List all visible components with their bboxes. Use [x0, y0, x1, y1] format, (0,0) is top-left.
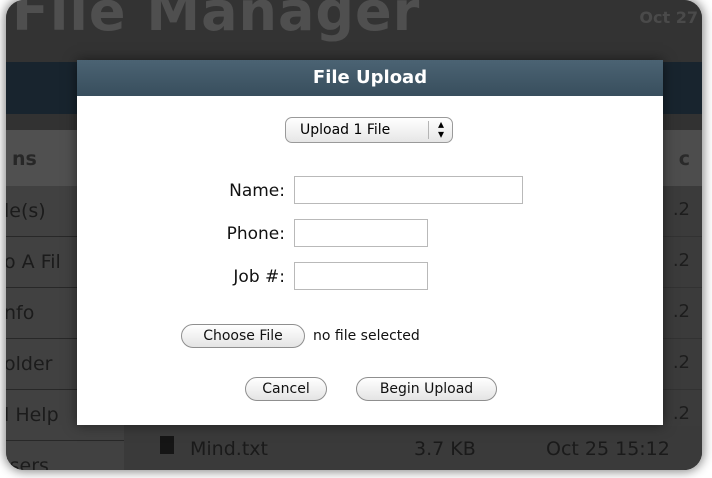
- dialog-title: File Upload: [77, 60, 663, 96]
- name-field[interactable]: [294, 176, 523, 204]
- begin-upload-button[interactable]: Begin Upload: [356, 377, 497, 401]
- file-size: 3.7 KB: [414, 438, 476, 460]
- selected-file-status: no file selected: [313, 328, 420, 344]
- document-icon: [160, 436, 174, 454]
- phone-label: Phone:: [226, 224, 285, 244]
- updown-arrows-icon: ▴ ▾: [437, 117, 445, 141]
- file-date: Oct 25 15:12: [546, 438, 670, 460]
- file-name: Mind.txt: [190, 438, 268, 460]
- choose-file-button[interactable]: Choose File: [181, 324, 305, 348]
- file-upload-dialog: File Upload Upload 1 File ▴ ▾ Name: Phone…: [77, 60, 663, 425]
- upload-count-value: Upload 1 File: [300, 122, 391, 138]
- job-number-label: Job #:: [233, 267, 285, 287]
- name-label: Name:: [229, 181, 285, 201]
- upload-count-select[interactable]: Upload 1 File ▴ ▾: [285, 117, 453, 143]
- select-divider: [428, 121, 429, 139]
- phone-field[interactable]: [294, 219, 428, 247]
- cancel-button[interactable]: Cancel: [245, 377, 327, 401]
- table-row[interactable]: Mind.txt 3.7 KB Oct 25 15:12: [124, 426, 702, 470]
- job-number-field[interactable]: [294, 262, 428, 290]
